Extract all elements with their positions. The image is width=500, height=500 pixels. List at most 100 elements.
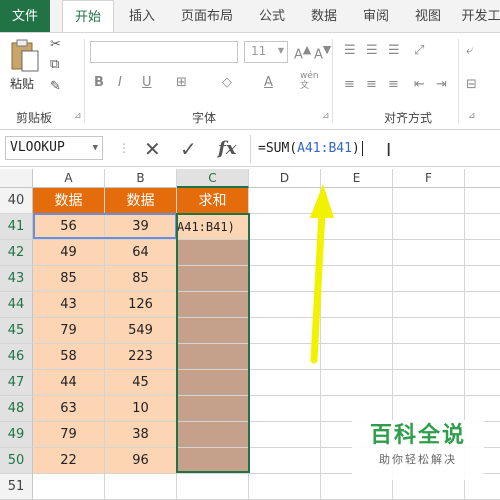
cell-g47[interactable] [465, 370, 500, 396]
row-header-43[interactable]: 43 [0, 266, 33, 292]
cell-e40[interactable] [321, 188, 393, 214]
align-bottom-icon[interactable]: ☰ [388, 43, 400, 58]
cell-b40[interactable]: 数据 [105, 188, 177, 214]
cell-a45[interactable]: 79 [33, 318, 105, 344]
align-middle-icon[interactable]: ☰ [366, 43, 378, 58]
row-header-50[interactable]: 50 [0, 448, 33, 474]
cell-d49[interactable] [249, 422, 321, 448]
cell-a47[interactable]: 44 [33, 370, 105, 396]
cell-f45[interactable] [393, 318, 465, 344]
alignment-dialog-launcher-icon[interactable]: ⊿ [468, 111, 476, 121]
cell-d40[interactable] [249, 188, 321, 214]
font-color-icon[interactable]: A [264, 75, 273, 90]
row-header-47[interactable]: 47 [0, 370, 33, 396]
cell-g48[interactable] [465, 396, 500, 422]
tab-review[interactable]: 审阅 [354, 0, 398, 32]
cell-g45[interactable] [465, 318, 500, 344]
cell-c40[interactable]: 求和 [177, 188, 249, 214]
cell-d42[interactable] [249, 240, 321, 266]
cell-d47[interactable] [249, 370, 321, 396]
column-header-e[interactable]: E [321, 169, 393, 188]
cell-b44[interactable]: 126 [105, 292, 177, 318]
tab-formulas[interactable]: 公式 [250, 0, 294, 32]
cell-b51[interactable] [105, 474, 177, 500]
row-header-42[interactable]: 42 [0, 240, 33, 266]
cell-a44[interactable]: 43 [33, 292, 105, 318]
cell-b43[interactable]: 85 [105, 266, 177, 292]
orientation-icon[interactable]: ⤢ [414, 43, 424, 58]
cell-a48[interactable]: 63 [33, 396, 105, 422]
clipboard-dialog-launcher-icon[interactable]: ⊿ [74, 111, 82, 121]
cell-b45[interactable]: 549 [105, 318, 177, 344]
border-icon[interactable]: ⊞ [176, 75, 187, 90]
underline-icon[interactable]: U [142, 75, 152, 90]
cell-a40[interactable]: 数据 [33, 188, 105, 214]
cell-f47[interactable] [393, 370, 465, 396]
row-header-51[interactable]: 51 [0, 474, 33, 500]
cell-b46[interactable]: 223 [105, 344, 177, 370]
increase-indent-icon[interactable]: ⇥ [436, 77, 447, 92]
decrease-indent-icon[interactable]: ⇤ [414, 77, 425, 92]
cell-a51[interactable] [33, 474, 105, 500]
cell-e45[interactable] [321, 318, 393, 344]
phonetic-guide-icon[interactable]: wén 文 [300, 71, 319, 91]
cell-f40[interactable] [393, 188, 465, 214]
column-header-f[interactable]: F [393, 169, 465, 188]
cell-f41[interactable] [393, 214, 465, 240]
cell-e42[interactable] [321, 240, 393, 266]
cell-g46[interactable] [465, 344, 500, 370]
cell-e47[interactable] [321, 370, 393, 396]
tab-view[interactable]: 视图 [406, 0, 450, 32]
copy-icon[interactable]: ⧉ [50, 57, 59, 72]
cell-a50[interactable]: 22 [33, 448, 105, 474]
formula-input[interactable]: =SUM(A41:B41) [258, 136, 363, 162]
decrease-font-icon[interactable]: A▼ [314, 43, 331, 62]
fill-color-icon[interactable]: ◇ [222, 75, 232, 90]
column-header-c[interactable]: C [177, 169, 249, 188]
align-left-icon[interactable]: ≡ [344, 77, 355, 92]
cell-a46[interactable]: 58 [33, 344, 105, 370]
cell-f46[interactable] [393, 344, 465, 370]
paste-button[interactable]: 粘贴 [6, 37, 44, 95]
cell-e41[interactable] [321, 214, 393, 240]
tab-insert[interactable]: 插入 [120, 0, 164, 32]
cell-a42[interactable]: 49 [33, 240, 105, 266]
cell-f48[interactable] [393, 396, 465, 422]
tab-developer[interactable]: 开发工 [456, 0, 500, 32]
cell-d45[interactable] [249, 318, 321, 344]
cell-d44[interactable] [249, 292, 321, 318]
row-header-44[interactable]: 44 [0, 292, 33, 318]
cell-d43[interactable] [249, 266, 321, 292]
cell-e44[interactable] [321, 292, 393, 318]
select-all-corner[interactable] [0, 169, 33, 188]
cell-b48[interactable]: 10 [105, 396, 177, 422]
cell-f43[interactable] [393, 266, 465, 292]
row-header-48[interactable]: 48 [0, 396, 33, 422]
column-header-b[interactable]: B [105, 169, 177, 188]
cell-f44[interactable] [393, 292, 465, 318]
cell-g43[interactable] [465, 266, 500, 292]
cell-f42[interactable] [393, 240, 465, 266]
align-center-icon[interactable]: ≡ [366, 77, 377, 92]
cell-e48[interactable] [321, 396, 393, 422]
align-right-icon[interactable]: ≡ [388, 77, 399, 92]
merge-center-icon[interactable]: ⊟ [466, 77, 477, 92]
cut-icon[interactable]: ✂ [50, 37, 61, 52]
font-name-select[interactable] [90, 41, 238, 63]
cell-d41[interactable] [249, 214, 321, 240]
font-dialog-launcher-icon[interactable]: ⊿ [322, 111, 330, 121]
cell-a49[interactable]: 79 [33, 422, 105, 448]
cell-g40[interactable] [465, 188, 500, 214]
column-header-d[interactable]: D [249, 169, 321, 188]
cell-e43[interactable] [321, 266, 393, 292]
cell-g41[interactable] [465, 214, 500, 240]
align-top-icon[interactable]: ☰ [344, 43, 356, 58]
tab-data[interactable]: 数据 [302, 0, 346, 32]
tab-page-layout[interactable]: 页面布局 [172, 0, 242, 32]
name-box[interactable]: VLOOKUP ▼ [5, 136, 103, 160]
cell-d50[interactable] [249, 448, 321, 474]
cell-e46[interactable] [321, 344, 393, 370]
tab-home[interactable]: 开始 [62, 0, 114, 33]
cell-b47[interactable]: 45 [105, 370, 177, 396]
tab-file[interactable]: 文件 [0, 0, 50, 32]
